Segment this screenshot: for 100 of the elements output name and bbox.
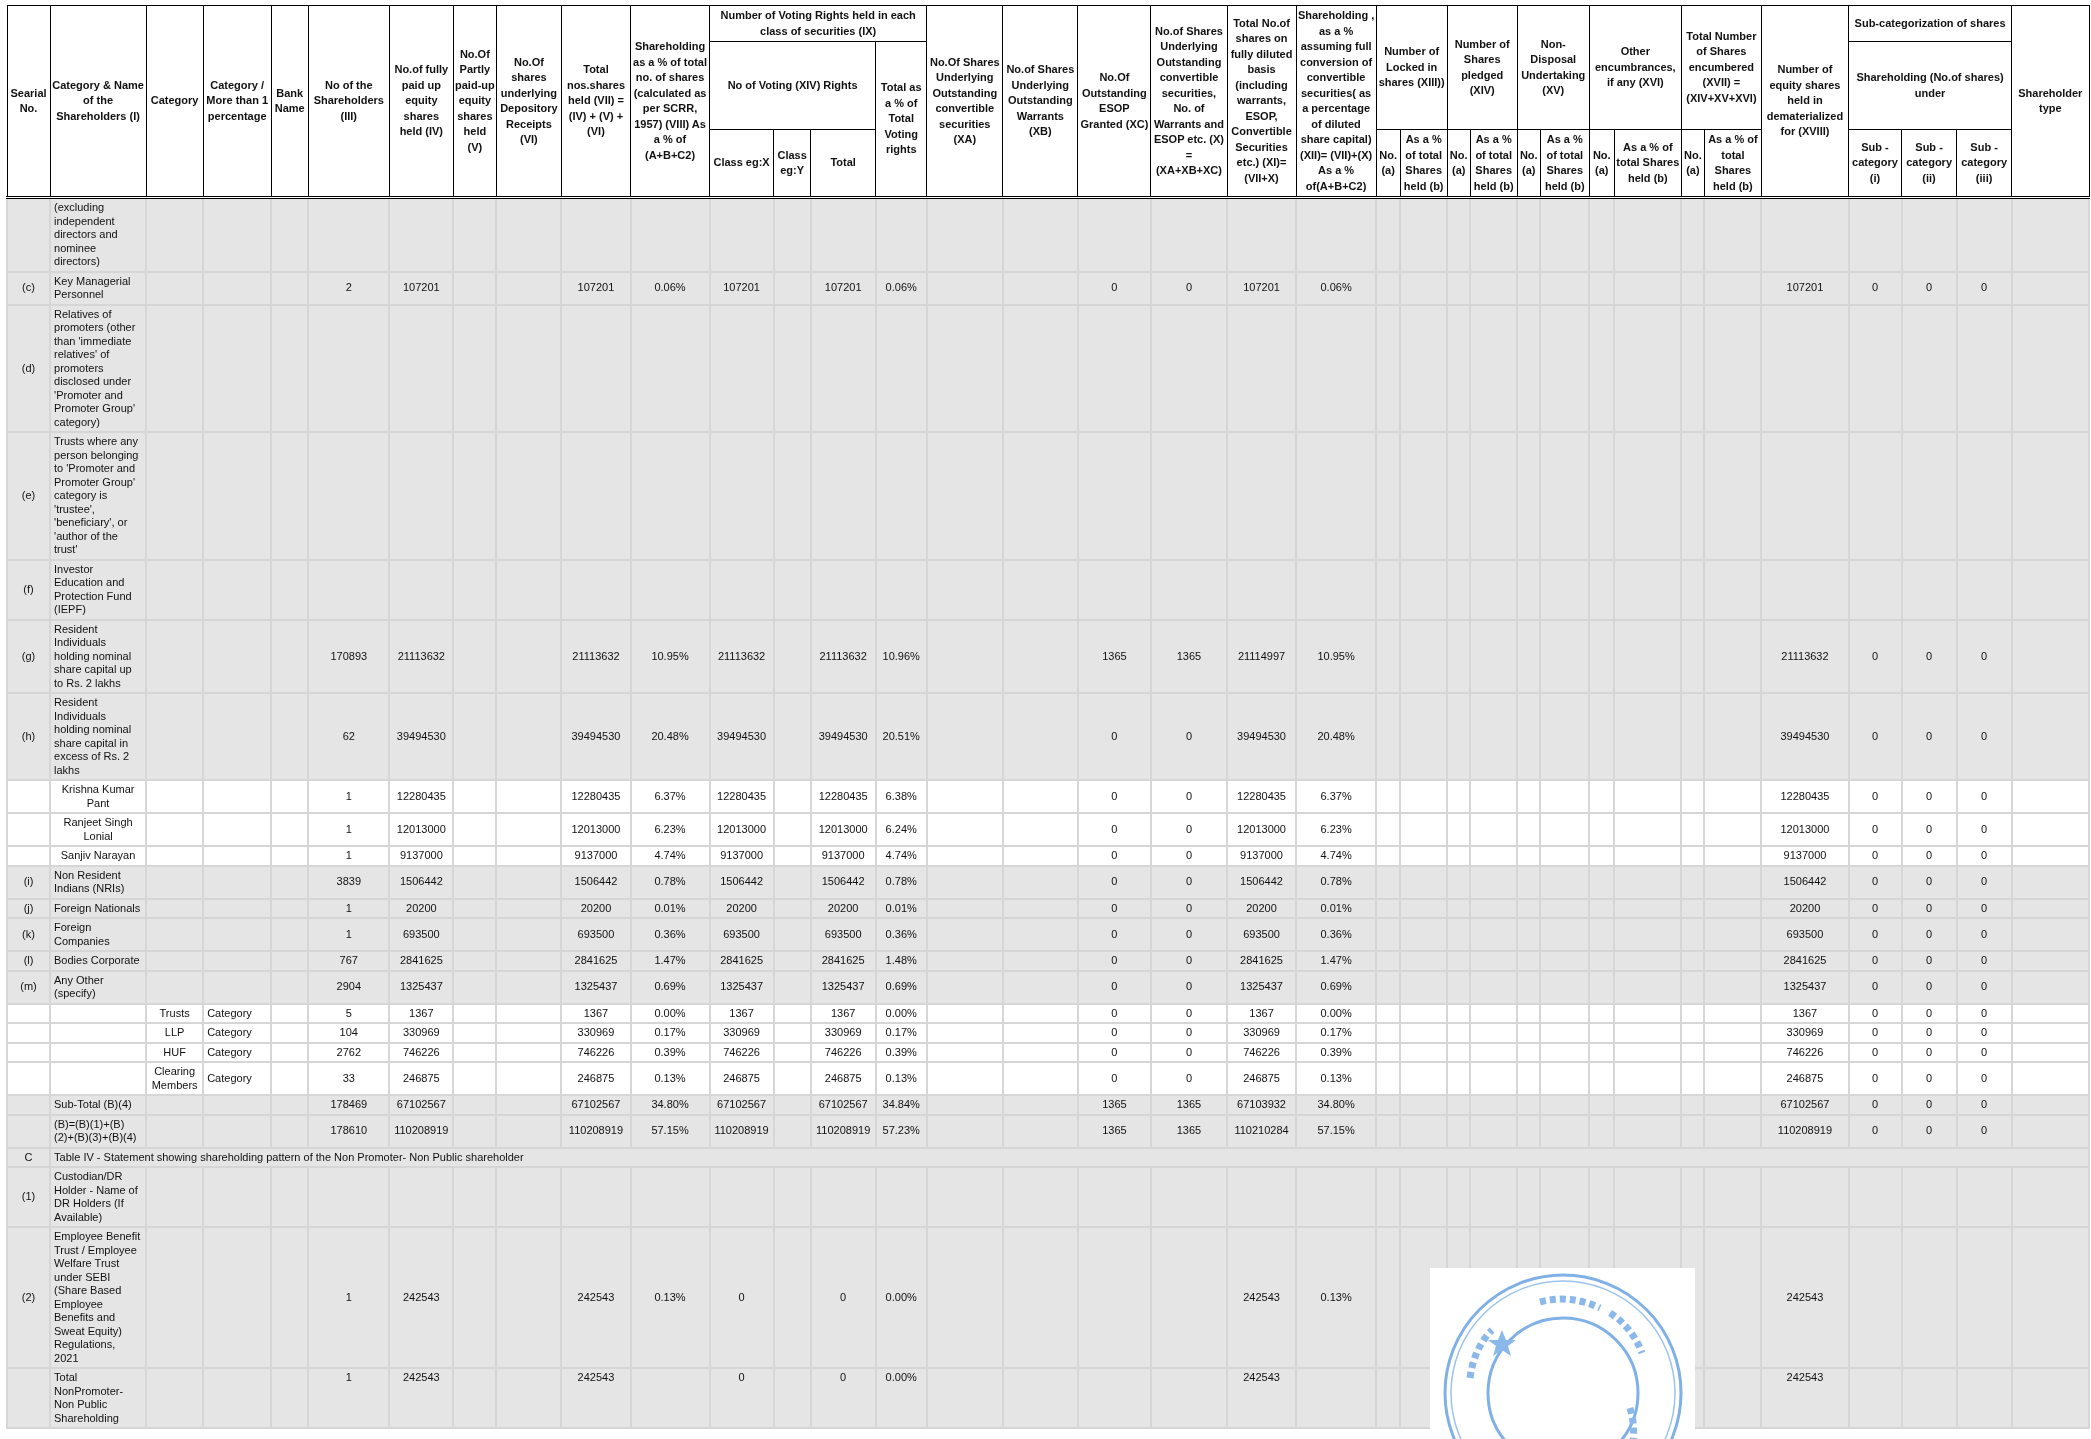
table-cell: Resident Individuals holding nominal share capital in excess of Rs. 2 lakhs bbox=[50, 693, 147, 780]
table-cell: 0.06% bbox=[875, 271, 927, 305]
table-cell: (l) bbox=[7, 951, 51, 971]
column-header: Shareholding (No.of shares) under bbox=[1848, 41, 2012, 130]
table-cell: 6.38% bbox=[875, 780, 927, 813]
table-cell: 0.13% bbox=[630, 1227, 710, 1368]
table-cell: 0.36% bbox=[630, 918, 710, 951]
table-cell: 693500 bbox=[1761, 918, 1849, 951]
table-cell: 0.36% bbox=[875, 918, 927, 951]
column-header: Category bbox=[146, 5, 204, 198]
column-header: Bank Name bbox=[271, 5, 309, 198]
column-header: Sub-categorization of shares bbox=[1848, 5, 2012, 42]
table-cell: 242543 bbox=[1761, 1227, 1849, 1368]
table-cell: 0 bbox=[1848, 970, 1902, 1004]
column-header: Total No.of shares on fully diluted basis (including warrants, ESOP, Convertible Securities etc.) (XI)= (VII+X) bbox=[1227, 5, 1297, 198]
table-cell: 0 bbox=[1150, 693, 1227, 780]
table-cell: 0 bbox=[1901, 918, 1957, 951]
table-cell: 0 bbox=[1901, 1062, 1957, 1095]
table-cell: 20.51% bbox=[875, 693, 927, 780]
table-cell: 0 bbox=[709, 1227, 774, 1368]
column-header: Category / More than 1 percentage bbox=[203, 5, 272, 198]
table-cell: 693500 bbox=[389, 918, 454, 951]
table-cell: 0 bbox=[1150, 813, 1227, 846]
table-cell: 1506442 bbox=[810, 865, 876, 899]
table-cell: 0 bbox=[1901, 780, 1957, 813]
table-cell: 246875 bbox=[1227, 1062, 1297, 1095]
table-cell: 6.23% bbox=[630, 813, 710, 846]
table-cell: 12013000 bbox=[1761, 813, 1849, 846]
table-cell: (f) bbox=[7, 559, 51, 620]
column-header: Sub - category (ii) bbox=[1901, 129, 1957, 198]
table-cell: 1 bbox=[308, 918, 390, 951]
table-cell: 0.13% bbox=[875, 1062, 927, 1095]
table-cell: 20.48% bbox=[1296, 693, 1377, 780]
table-cell: 21113632 bbox=[389, 619, 454, 693]
table-cell: 0 bbox=[1077, 693, 1151, 780]
column-header: No.of fully paid up equity shares held (IV) bbox=[389, 5, 454, 198]
table-cell: (k) bbox=[7, 918, 51, 951]
table-cell: 0 bbox=[1150, 271, 1227, 305]
table-cell: 1325437 bbox=[810, 970, 876, 1004]
section-title: Table IV - Statement showing shareholding pattern of the Non Promoter- Non Public shareholder bbox=[50, 1147, 2089, 1167]
table-cell: 0 bbox=[1848, 1114, 1902, 1148]
table-cell: 107201 bbox=[709, 271, 774, 305]
table-cell: 21113632 bbox=[1761, 619, 1849, 693]
table-cell: 0 bbox=[1077, 780, 1151, 813]
table-cell: 6.37% bbox=[1296, 780, 1377, 813]
table-cell: 1506442 bbox=[561, 865, 631, 899]
column-header: No.of Shares Underlying Outstanding Warrants (XB) bbox=[1002, 5, 1078, 198]
table-cell: 0 bbox=[1848, 1062, 1902, 1095]
table-cell: Custodian/DR Holder - Name of DR Holders (If Available) bbox=[50, 1167, 147, 1227]
table-cell: 0.13% bbox=[1296, 1062, 1377, 1095]
table-cell: 1506442 bbox=[709, 865, 774, 899]
table-cell: 242543 bbox=[1761, 1368, 1849, 1428]
table-cell: 1506442 bbox=[1227, 865, 1297, 899]
table-cell: (1) bbox=[7, 1167, 51, 1227]
table-cell: 0.00% bbox=[875, 1227, 927, 1368]
column-header: Shareholder type bbox=[2011, 5, 2089, 198]
table-cell: 246875 bbox=[1761, 1062, 1849, 1095]
column-header: Class eg:X bbox=[709, 129, 774, 198]
table-cell: 107201 bbox=[1761, 271, 1849, 305]
table-cell: 57.23% bbox=[875, 1114, 927, 1148]
table-cell: 246875 bbox=[389, 1062, 454, 1095]
table-cell: 0.78% bbox=[630, 865, 710, 899]
table-cell: (j) bbox=[7, 898, 51, 918]
table-cell: 0.69% bbox=[875, 970, 927, 1004]
table-cell: 0 bbox=[1150, 1062, 1227, 1095]
table-cell: 12013000 bbox=[1227, 813, 1297, 846]
column-header: No of the Shareholders (III) bbox=[308, 5, 390, 198]
table-cell: 1365 bbox=[1150, 1114, 1227, 1148]
table-cell: 0 bbox=[810, 1368, 876, 1428]
table-cell: 0 bbox=[1150, 970, 1227, 1004]
table-cell: 693500 bbox=[561, 918, 631, 951]
table-cell: 107201 bbox=[561, 271, 631, 305]
table-cell: 0 bbox=[1077, 813, 1151, 846]
table-cell: 110208919 bbox=[561, 1114, 631, 1148]
column-header: As a % of total Shares held (b) bbox=[1614, 129, 1682, 198]
column-header: No.Of Shares Underlying Outstanding convertible securities (XA) bbox=[926, 5, 1003, 198]
column-header: No of Voting (XIV) Rights bbox=[709, 41, 876, 130]
table-cell: 6.37% bbox=[630, 780, 710, 813]
table-cell: 1 bbox=[308, 1227, 390, 1368]
table-cell: 110208919 bbox=[389, 1114, 454, 1148]
column-header: As a % of total Shares held (b) bbox=[1470, 129, 1518, 198]
table-cell: 242543 bbox=[561, 1368, 631, 1428]
table-cell: 0 bbox=[1848, 865, 1902, 899]
table-cell: 0 bbox=[1077, 918, 1151, 951]
table-cell: 0.78% bbox=[1296, 865, 1377, 899]
table-cell: 0 bbox=[1956, 271, 2012, 305]
table-cell: 242543 bbox=[1227, 1227, 1297, 1368]
table-cell: Category bbox=[203, 1062, 272, 1095]
table-cell: 0 bbox=[1077, 271, 1151, 305]
table-cell: Foreign Companies bbox=[50, 918, 147, 951]
table-cell: 0.13% bbox=[630, 1062, 710, 1095]
table-cell: 693500 bbox=[1227, 918, 1297, 951]
table-cell: 6.24% bbox=[875, 813, 927, 846]
table-cell: 110210284 bbox=[1227, 1114, 1297, 1148]
table-cell: 0.69% bbox=[630, 970, 710, 1004]
column-header: Total Number of Shares encumbered (XVII) = (XIV+XV+XVI) bbox=[1681, 5, 1762, 130]
table-cell: 12013000 bbox=[389, 813, 454, 846]
table-cell: 0 bbox=[1956, 970, 2012, 1004]
column-header: Total nos.shares held (VII) = (IV) + (V) + (VI) bbox=[561, 5, 631, 198]
table-cell: 1506442 bbox=[1761, 865, 1849, 899]
